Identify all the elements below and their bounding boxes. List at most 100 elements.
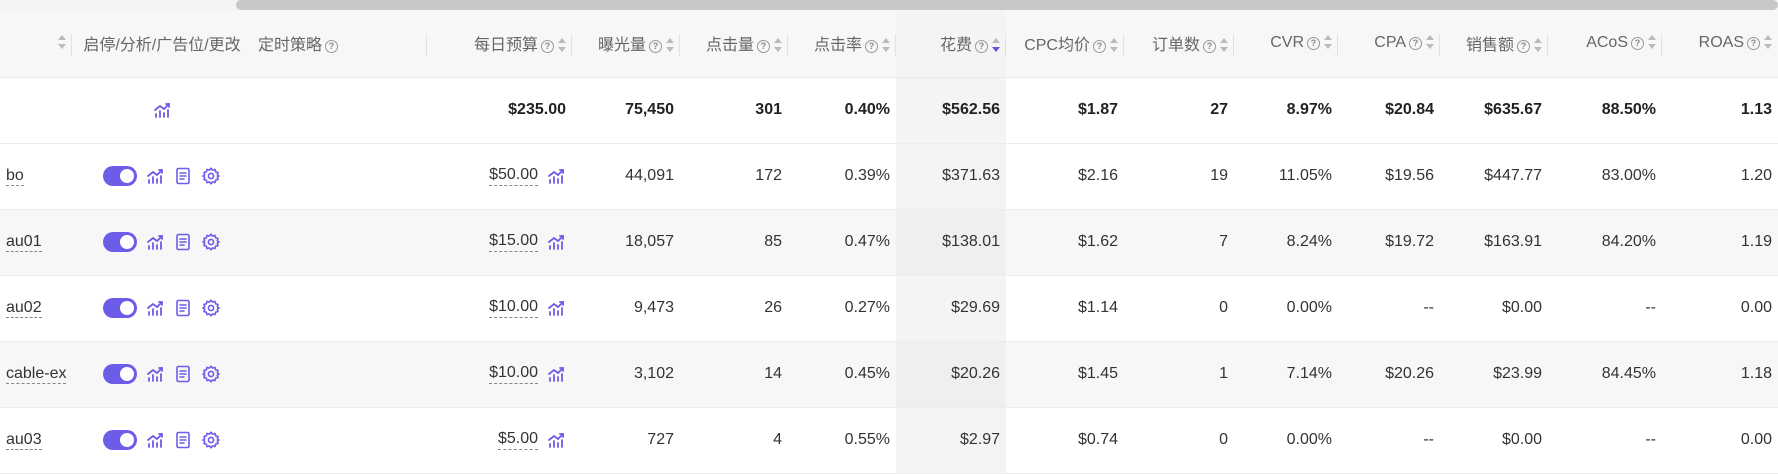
help-icon[interactable]: ?: [1747, 37, 1760, 51]
document-list-icon[interactable]: [173, 232, 193, 252]
trend-chart-icon[interactable]: [546, 166, 566, 186]
help-icon[interactable]: ?: [541, 40, 554, 54]
campaign-name-link[interactable]: au03: [6, 431, 42, 450]
header-name[interactable]: [0, 10, 72, 78]
enable-toggle[interactable]: [103, 430, 137, 450]
sort-icon[interactable]: [1324, 35, 1332, 50]
cvr-cell: 8.24%: [1234, 209, 1338, 276]
header-sales[interactable]: 销售额?: [1440, 10, 1548, 78]
help-icon[interactable]: ?: [1093, 40, 1106, 54]
sort-icon[interactable]: [1534, 38, 1542, 53]
budget-value[interactable]: $15.00: [489, 232, 538, 252]
campaign-name-link[interactable]: bo: [6, 167, 24, 186]
help-icon[interactable]: ?: [1517, 40, 1530, 54]
sort-icon[interactable]: [1426, 35, 1434, 50]
trend-chart-icon[interactable]: [145, 364, 165, 384]
header-cvr[interactable]: CVR?: [1234, 10, 1338, 78]
header-orders[interactable]: 订单数?: [1124, 10, 1234, 78]
sort-icon[interactable]: [1648, 35, 1656, 50]
sort-icon[interactable]: [666, 38, 674, 53]
budget-cell: $10.00: [427, 275, 572, 342]
enable-toggle[interactable]: [103, 298, 137, 318]
help-icon[interactable]: ?: [649, 40, 662, 54]
gear-icon[interactable]: [201, 298, 221, 318]
sort-icon[interactable]: [882, 38, 890, 53]
ctr-cell: 0.47%: [788, 209, 896, 276]
horizontal-scrollbar-thumb[interactable]: [236, 0, 1778, 10]
cvr-cell: 11.05%: [1234, 143, 1338, 210]
budget-value[interactable]: $10.00: [489, 364, 538, 384]
campaign-name-link[interactable]: cable-ex: [6, 365, 67, 384]
gear-icon[interactable]: [201, 430, 221, 450]
gear-icon[interactable]: [201, 166, 221, 186]
budget-cell: $50.00: [427, 143, 572, 210]
table-header-row: 启停/分析/广告位/更改 定时策略? 每日预算? 曝光量? 点击量? 点击率? …: [0, 10, 1778, 78]
help-icon[interactable]: ?: [1307, 37, 1320, 51]
trend-chart-icon[interactable]: [145, 232, 165, 252]
roas-cell: 0.00: [1662, 407, 1778, 474]
budget-value[interactable]: $10.00: [489, 298, 538, 318]
trend-chart-icon[interactable]: [546, 298, 566, 318]
trend-chart-icon[interactable]: [145, 430, 165, 450]
header-spend[interactable]: 花费?: [896, 10, 1006, 78]
cpa-cell: $20.26: [1338, 341, 1440, 408]
summary-controls-cell: [72, 77, 252, 144]
enable-toggle[interactable]: [103, 166, 137, 186]
ctr-cell: 0.45%: [788, 341, 896, 408]
trend-chart-icon[interactable]: [546, 364, 566, 384]
help-icon[interactable]: ?: [757, 40, 770, 54]
sort-icon[interactable]: [558, 38, 566, 53]
help-icon[interactable]: ?: [1631, 37, 1644, 51]
horizontal-scrollbar-track[interactable]: [0, 0, 1778, 10]
campaign-name-cell: au01: [0, 209, 72, 276]
header-cpc[interactable]: CPC均价?: [1006, 10, 1124, 78]
sort-icon[interactable]: [1764, 35, 1772, 50]
help-icon[interactable]: ?: [1203, 40, 1216, 54]
header-impressions[interactable]: 曝光量?: [572, 10, 680, 78]
sort-icon[interactable]: [58, 35, 66, 50]
help-icon[interactable]: ?: [1409, 37, 1422, 51]
gear-icon[interactable]: [201, 364, 221, 384]
header-clicks[interactable]: 点击量?: [680, 10, 788, 78]
acos-cell: --: [1548, 275, 1662, 342]
summary-name-cell: [0, 77, 72, 144]
budget-value[interactable]: $5.00: [497, 430, 538, 450]
help-icon[interactable]: ?: [975, 40, 988, 54]
help-icon[interactable]: ?: [325, 40, 339, 54]
document-list-icon[interactable]: [173, 166, 193, 186]
header-schedule: 定时策略?: [252, 10, 427, 78]
campaign-name-cell: bo: [0, 143, 72, 210]
document-list-icon[interactable]: [173, 430, 193, 450]
schedule-cell: [252, 209, 427, 276]
header-roas[interactable]: ROAS?: [1662, 10, 1778, 78]
roas-cell: 1.20: [1662, 143, 1778, 210]
sort-desc-icon[interactable]: [992, 38, 1000, 53]
document-list-icon[interactable]: [173, 364, 193, 384]
trend-chart-icon[interactable]: [546, 430, 566, 450]
header-budget[interactable]: 每日预算?: [427, 10, 572, 78]
campaign-name-cell: au03: [0, 407, 72, 474]
enable-toggle[interactable]: [103, 232, 137, 252]
schedule-cell: [252, 407, 427, 474]
gear-icon[interactable]: [201, 232, 221, 252]
acos-cell: 84.20%: [1548, 209, 1662, 276]
campaign-name-link[interactable]: au01: [6, 233, 42, 252]
header-cpa[interactable]: CPA?: [1338, 10, 1440, 78]
sort-icon[interactable]: [1110, 38, 1118, 53]
sales-cell: $23.99: [1440, 341, 1548, 408]
trend-chart-icon[interactable]: [152, 100, 172, 120]
budget-value[interactable]: $50.00: [489, 166, 538, 186]
campaign-name-link[interactable]: au02: [6, 299, 42, 318]
sort-icon[interactable]: [1220, 38, 1228, 53]
table-row: au01 $15.00 18,057 85 0.47% $138.01 $1.6…: [0, 209, 1778, 276]
trend-chart-icon[interactable]: [145, 166, 165, 186]
trend-chart-icon[interactable]: [145, 298, 165, 318]
trend-chart-icon[interactable]: [546, 232, 566, 252]
header-acos[interactable]: ACoS?: [1548, 10, 1662, 78]
enable-toggle[interactable]: [103, 364, 137, 384]
header-ctr[interactable]: 点击率?: [788, 10, 896, 78]
document-list-icon[interactable]: [173, 298, 193, 318]
help-icon[interactable]: ?: [865, 40, 878, 54]
sort-icon[interactable]: [774, 38, 782, 53]
ctr-cell: 0.39%: [788, 143, 896, 210]
